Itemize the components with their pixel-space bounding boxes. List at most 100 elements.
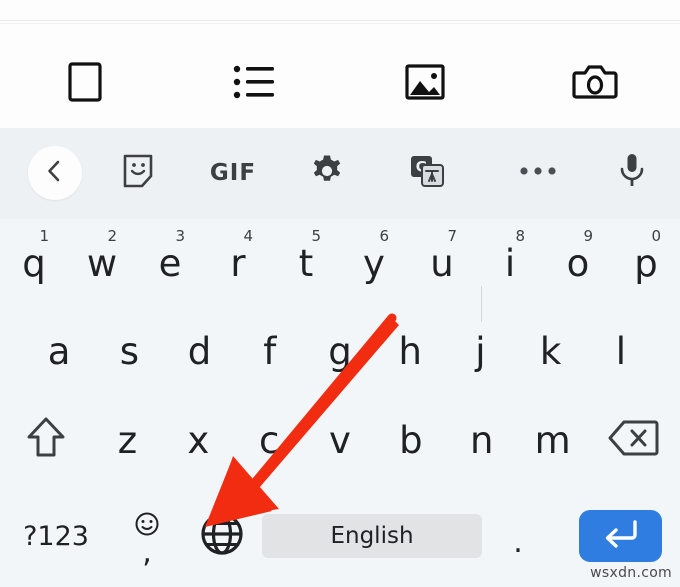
shift-key[interactable] bbox=[0, 415, 92, 466]
watermark: wsxdn.com bbox=[590, 565, 672, 581]
settings-button[interactable] bbox=[300, 153, 354, 193]
keyboard: GIF G bbox=[0, 128, 680, 587]
key-w[interactable]: w 2 bbox=[68, 219, 136, 307]
key-d[interactable]: d bbox=[164, 307, 234, 395]
keyboard-toolbar: GIF G bbox=[0, 128, 680, 322]
key-label: k bbox=[539, 329, 562, 373]
key-z[interactable]: z bbox=[92, 395, 163, 485]
key-j[interactable]: j bbox=[445, 307, 515, 395]
list-icon bbox=[232, 62, 278, 102]
key-label: f bbox=[263, 329, 277, 373]
key-label: y bbox=[363, 241, 385, 285]
backspace-key[interactable] bbox=[588, 417, 680, 464]
key-row-2: a s d f g h j k l bbox=[0, 307, 680, 395]
key-k[interactable]: k bbox=[516, 307, 586, 395]
key-superscript: 4 bbox=[243, 227, 253, 245]
key-b[interactable]: b bbox=[375, 395, 446, 485]
spacebar-label: English bbox=[330, 523, 414, 549]
app-toolbar bbox=[0, 42, 680, 122]
key-t[interactable]: t 5 bbox=[272, 219, 340, 307]
image-icon bbox=[403, 61, 447, 103]
key-label: n bbox=[470, 418, 494, 462]
key-s[interactable]: s bbox=[94, 307, 164, 395]
top-divider-secondary bbox=[0, 23, 680, 24]
key-i[interactable]: i 8 bbox=[476, 219, 544, 307]
key-superscript: 8 bbox=[515, 227, 525, 245]
screen: GIF G bbox=[0, 0, 680, 587]
key-p[interactable]: p 0 bbox=[612, 219, 680, 307]
key-y[interactable]: y 6 bbox=[340, 219, 408, 307]
key-l[interactable]: l bbox=[586, 307, 656, 395]
sticker-icon bbox=[121, 153, 155, 194]
key-superscript: 3 bbox=[175, 227, 185, 245]
gif-button[interactable]: GIF bbox=[200, 153, 266, 193]
key-label: z bbox=[117, 418, 138, 462]
key-label: m bbox=[534, 418, 571, 462]
period-label: . bbox=[513, 525, 523, 560]
key-label: r bbox=[230, 241, 246, 285]
key-label: o bbox=[566, 241, 590, 285]
list-button[interactable] bbox=[170, 42, 340, 122]
comma-key[interactable]: , bbox=[112, 485, 182, 587]
key-x[interactable]: x bbox=[163, 395, 234, 485]
key-label: w bbox=[86, 241, 118, 285]
key-h[interactable]: h bbox=[375, 307, 445, 395]
symbols-key[interactable]: ?123 bbox=[0, 485, 112, 587]
key-a[interactable]: a bbox=[24, 307, 94, 395]
key-label: u bbox=[430, 241, 454, 285]
more-horizontal-icon bbox=[517, 164, 559, 183]
top-divider bbox=[0, 20, 680, 21]
key-label: l bbox=[615, 329, 626, 373]
translate-button[interactable]: G bbox=[400, 153, 454, 193]
translate-icon: G bbox=[409, 153, 445, 194]
app-area bbox=[0, 0, 680, 128]
back-button[interactable] bbox=[28, 146, 82, 200]
key-v[interactable]: v bbox=[305, 395, 376, 485]
key-superscript: 9 bbox=[583, 227, 593, 245]
backspace-icon bbox=[607, 417, 661, 464]
key-superscript: 0 bbox=[651, 227, 661, 245]
key-superscript: 6 bbox=[379, 227, 389, 245]
gear-icon bbox=[309, 153, 345, 194]
key-label: h bbox=[398, 329, 422, 373]
document-button[interactable] bbox=[0, 42, 170, 122]
image-button[interactable] bbox=[340, 42, 510, 122]
key-label: s bbox=[119, 329, 139, 373]
chevron-left-icon bbox=[42, 158, 68, 189]
key-u[interactable]: u 7 bbox=[408, 219, 476, 307]
key-label: v bbox=[329, 418, 351, 462]
shift-arrow-icon bbox=[24, 415, 68, 466]
key-o[interactable]: o 9 bbox=[544, 219, 612, 307]
key-label: t bbox=[298, 241, 314, 285]
key-m[interactable]: m bbox=[517, 395, 588, 485]
key-f[interactable]: f bbox=[235, 307, 305, 395]
key-g[interactable]: g bbox=[305, 307, 375, 395]
key-label: j bbox=[475, 329, 486, 373]
key-n[interactable]: n bbox=[446, 395, 517, 485]
enter-key-surface[interactable] bbox=[578, 510, 662, 562]
camera-button[interactable] bbox=[510, 42, 680, 122]
key-r[interactable]: r 4 bbox=[204, 219, 272, 307]
key-label: e bbox=[158, 241, 182, 285]
microphone-button[interactable] bbox=[605, 153, 659, 193]
key-label: c bbox=[258, 418, 280, 462]
comma-label: , bbox=[142, 534, 152, 570]
key-superscript: 2 bbox=[107, 227, 117, 245]
key-label: b bbox=[399, 418, 423, 462]
key-superscript: 7 bbox=[447, 227, 457, 245]
key-row-1: q 1 w 2 e 3 r 4 t 5 y 6 u 7 i 8 o 9 p 0 bbox=[0, 219, 680, 307]
symbols-label: ?123 bbox=[23, 520, 89, 552]
enter-arrow-icon bbox=[600, 517, 640, 556]
spacebar-key[interactable]: English bbox=[262, 485, 482, 587]
key-row-3: z x c v b n m bbox=[0, 395, 680, 485]
key-label: i bbox=[504, 241, 516, 285]
language-globe-key[interactable] bbox=[182, 485, 262, 587]
period-key[interactable]: . bbox=[482, 485, 554, 587]
key-q[interactable]: q 1 bbox=[0, 219, 68, 307]
key-e[interactable]: e 3 bbox=[136, 219, 204, 307]
key-label: a bbox=[47, 329, 71, 373]
sticker-button[interactable] bbox=[113, 153, 163, 193]
key-c[interactable]: c bbox=[234, 395, 305, 485]
more-options-button[interactable] bbox=[510, 153, 566, 193]
spacebar-surface[interactable]: English bbox=[262, 514, 482, 558]
